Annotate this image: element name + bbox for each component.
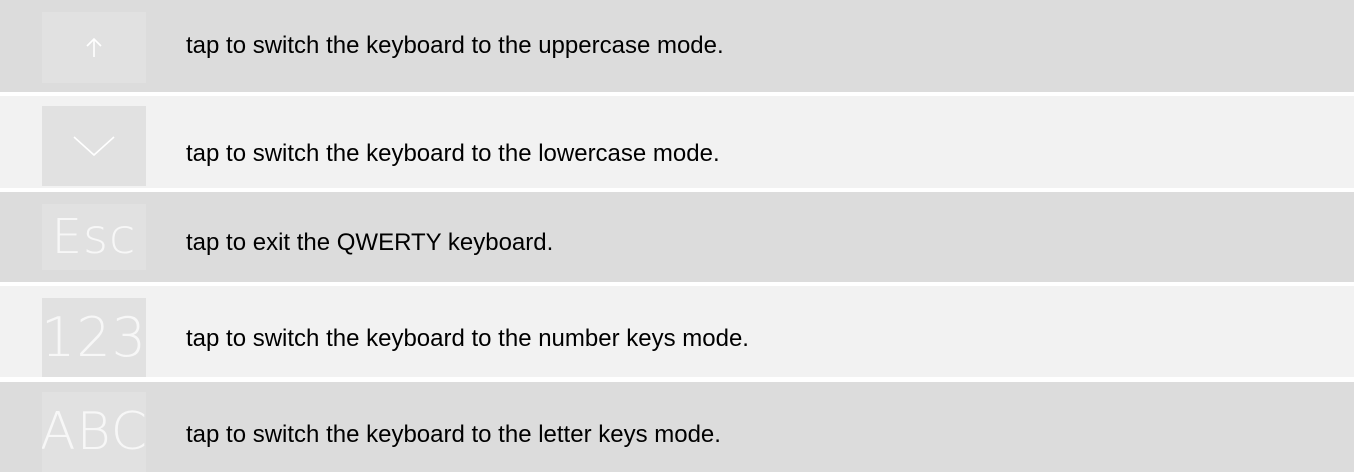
number-keys-key-label: 123 [42,305,146,369]
table-row-letter-keys: ABC tap to switch the keyboard to the le… [0,382,1354,472]
row-description: tap to switch the keyboard to the lowerc… [186,140,720,167]
letter-keys-key: ABC [42,392,146,472]
esc-key-label: Esc [51,209,137,265]
table-row-number-keys: 123 tap to switch the keyboard to the nu… [0,286,1354,377]
row-description: tap to exit the QWERTY keyboard. [186,229,554,256]
row-description: tap to switch the keyboard to the upperc… [186,32,724,59]
esc-key: Esc [42,204,146,270]
table-row-esc: Esc tap to exit the QWERTY keyboard. [0,192,1354,282]
arrow-up-icon [86,37,102,57]
table-row-lowercase: tap to switch the keyboard to the lowerc… [0,96,1354,188]
row-description: tap to switch the keyboard to the number… [186,325,749,352]
table-row-uppercase: tap to switch the keyboard to the upperc… [0,0,1354,92]
keyboard-keys-table: tap to switch the keyboard to the upperc… [0,0,1354,472]
uppercase-key [42,12,146,83]
chevron-down-icon [73,136,115,157]
lowercase-key [42,106,146,186]
number-keys-key: 123 [42,298,146,377]
letter-keys-key-label: ABC [42,402,146,462]
row-description: tap to switch the keyboard to the letter… [186,421,721,448]
